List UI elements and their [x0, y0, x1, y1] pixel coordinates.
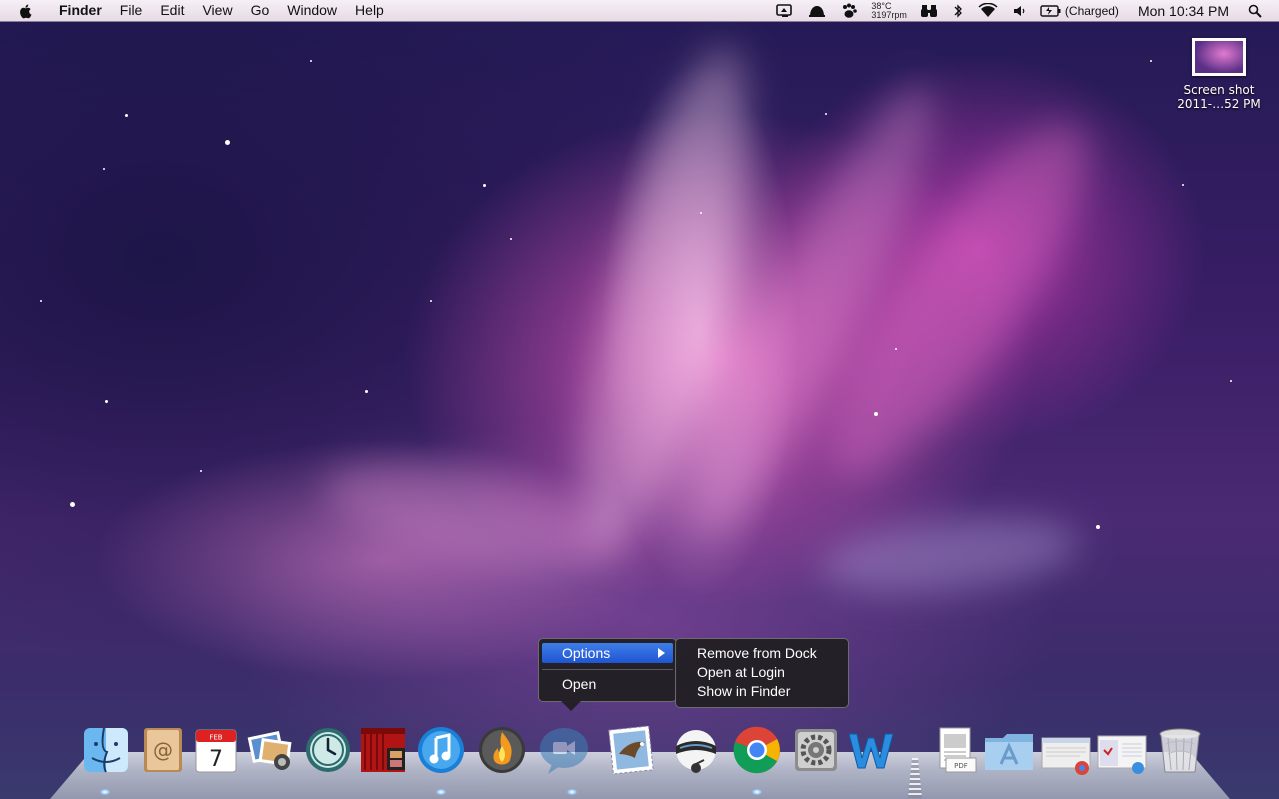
- battery-text: (Charged): [1064, 3, 1119, 18]
- documents-stack-icon: PDF: [939, 727, 977, 773]
- clock[interactable]: Mon 10:34 PM: [1126, 0, 1241, 21]
- address-book-icon: @: [144, 728, 182, 772]
- dock-context-menu: Options Open: [538, 638, 677, 711]
- running-indicator: [567, 789, 577, 795]
- screen-sharing-icon[interactable]: [769, 0, 801, 21]
- menu-separator: [542, 669, 673, 670]
- itunes-icon: [418, 727, 464, 773]
- applications-folder-icon: [985, 734, 1033, 770]
- menu-pointer: [561, 701, 581, 711]
- dock-ical[interactable]: FEB 7: [190, 724, 242, 780]
- menu-window[interactable]: Window: [278, 0, 346, 21]
- submenu-arrow-icon: [658, 648, 665, 658]
- finder-icon: [84, 727, 128, 773]
- temperature-monitor[interactable]: 38°C 3197rpm: [865, 1, 913, 20]
- menu-item-open[interactable]: Open: [542, 674, 673, 694]
- menu-item-options-label: Options: [562, 645, 611, 661]
- desktop-file-label-line2: 2011-…52 PM: [1177, 97, 1261, 111]
- screenshot-thumbnail-icon: [1192, 38, 1246, 76]
- svg-text:PDF: PDF: [954, 762, 968, 770]
- dock-messenger[interactable]: [670, 724, 722, 780]
- time-machine-icon: [306, 728, 350, 772]
- dock-iphoto[interactable]: [244, 724, 296, 780]
- binoculars-icon[interactable]: [913, 0, 945, 21]
- battery-status[interactable]: (Charged): [1033, 0, 1126, 21]
- dock-screenshots-stack[interactable]: [1096, 724, 1148, 780]
- svg-text:@: @: [153, 738, 173, 762]
- dock-finder[interactable]: [80, 724, 132, 780]
- iphoto-icon: [247, 730, 292, 770]
- running-indicator: [752, 789, 762, 795]
- menu-bar: Finder File Edit View Go Window Help 38°…: [0, 0, 1279, 22]
- spotlight-icon[interactable]: [1241, 0, 1269, 21]
- dock-system-preferences[interactable]: [790, 724, 842, 780]
- menu-item-open-at-login[interactable]: Open at Login: [697, 663, 785, 682]
- dock-itunes[interactable]: [415, 724, 467, 780]
- dock-address-book[interactable]: @: [136, 724, 188, 780]
- desktop-screenshot-file[interactable]: Screen shot 2011-…52 PM: [1172, 38, 1266, 111]
- running-indicator: [100, 789, 110, 795]
- menu-item-options[interactable]: Options: [542, 643, 673, 663]
- screenshots-stack-icon: [1097, 735, 1147, 774]
- downloads-stack-icon: [1041, 737, 1091, 775]
- dock-firewall-app[interactable]: [476, 724, 528, 780]
- dock-mail[interactable]: [605, 724, 657, 780]
- mail-icon: [608, 725, 654, 775]
- word-icon: [848, 733, 894, 769]
- options-submenu: Remove from Dock Open at Login Show in F…: [675, 638, 849, 708]
- firewall-app-icon: [479, 727, 525, 773]
- dock-trash[interactable]: [1154, 724, 1206, 780]
- facetime-icon: [540, 728, 588, 774]
- ical-icon: FEB 7: [195, 729, 237, 773]
- fan-speed-readout: 3197rpm: [871, 9, 907, 20]
- desktop-file-label-line1: Screen shot: [1183, 83, 1255, 97]
- dock-chrome[interactable]: [731, 724, 783, 780]
- volume-icon[interactable]: [1005, 0, 1033, 21]
- ical-month: FEB: [209, 734, 222, 742]
- menu-view[interactable]: View: [193, 0, 241, 21]
- running-indicator: [436, 789, 446, 795]
- front-row-icon: [361, 728, 405, 772]
- dock-facetime[interactable]: [538, 724, 590, 780]
- ical-day: 7: [209, 747, 223, 772]
- battery-icon: [1040, 4, 1061, 17]
- dock-downloads-stack[interactable]: [1040, 724, 1092, 780]
- bluetooth-icon[interactable]: [945, 0, 971, 21]
- system-preferences-icon: [795, 729, 837, 771]
- wifi-icon[interactable]: [971, 0, 1005, 21]
- dock-applications-folder[interactable]: [983, 724, 1035, 780]
- menu-edit[interactable]: Edit: [151, 0, 193, 21]
- chrome-icon: [733, 726, 780, 774]
- status-area: 38°C 3197rpm (Charged) Mon 10:34 PM: [769, 0, 1269, 21]
- dock-front-row[interactable]: [357, 724, 409, 780]
- menu-file[interactable]: File: [111, 0, 152, 21]
- menu-help[interactable]: Help: [346, 0, 393, 21]
- growl-icon[interactable]: [801, 0, 833, 21]
- menu-item-remove-from-dock[interactable]: Remove from Dock: [697, 644, 817, 663]
- messenger-icon: [676, 730, 716, 773]
- paw-icon[interactable]: [833, 0, 865, 21]
- menu-go[interactable]: Go: [242, 0, 279, 21]
- dock-time-machine[interactable]: [302, 724, 354, 780]
- menu-finder[interactable]: Finder: [50, 0, 111, 21]
- dock-documents-stack[interactable]: PDF: [930, 724, 982, 780]
- dock-word[interactable]: [845, 724, 897, 780]
- menu-item-show-in-finder[interactable]: Show in Finder: [697, 682, 790, 701]
- apple-logo-icon[interactable]: [18, 3, 34, 19]
- trash-icon: [1159, 728, 1201, 773]
